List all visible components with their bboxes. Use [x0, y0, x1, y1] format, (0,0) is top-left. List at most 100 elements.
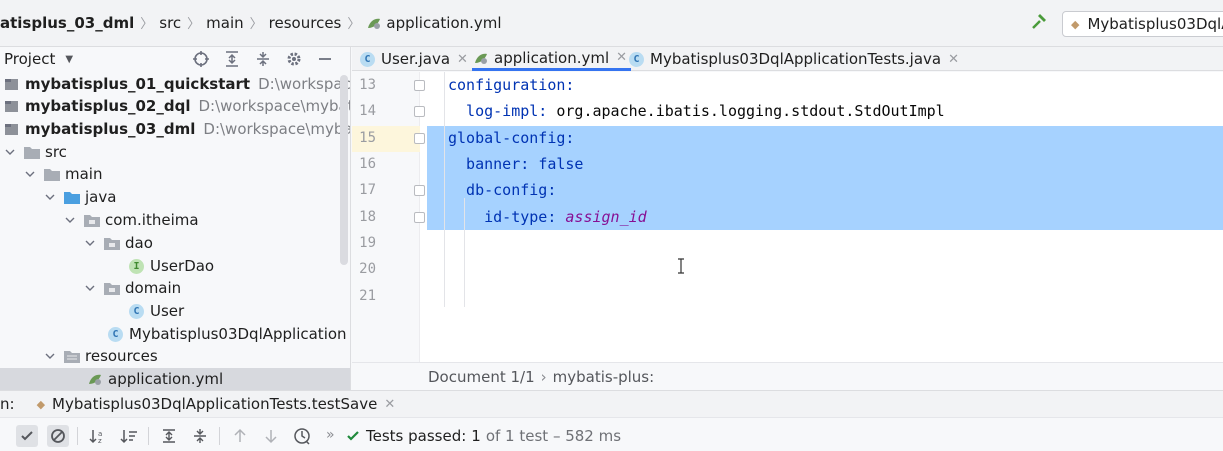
tree-item-label: resources — [85, 347, 158, 365]
hammer-icon[interactable] — [1030, 13, 1048, 31]
collapse-all-button[interactable] — [189, 425, 211, 447]
tree-item-java[interactable]: java — [44, 186, 116, 208]
module-icon — [5, 79, 18, 90]
tree-item-src[interactable]: src — [4, 141, 67, 163]
navigation-bar: atisplus_03_dml 〉 src 〉 main 〉 resources… — [0, 0, 1223, 47]
show-passed-button[interactable] — [16, 425, 38, 447]
code-line: configuration: — [448, 76, 574, 94]
run-configuration-selector[interactable]: ◆ Mybatisplus03DqlA — [1062, 11, 1223, 37]
line-number: 13 — [359, 77, 376, 93]
tree-item-label: dao — [125, 234, 153, 252]
close-icon[interactable]: ✕ — [948, 52, 959, 67]
tree-item-domain[interactable]: domain — [84, 277, 181, 299]
run-tab-label[interactable]: Mybatisplus03DqlApplicationTests.testSav… — [52, 395, 377, 413]
yaml-value: assign_id — [565, 208, 647, 226]
tab-tests-java[interactable]: C Mybatisplus03DqlApplicationTests.java … — [629, 47, 959, 71]
breadcrumb-node[interactable]: mybatis-plus: — [553, 368, 655, 386]
tree-item-label: domain — [125, 279, 182, 297]
tree-item-main[interactable]: main — [24, 163, 102, 185]
tree-item-label: User — [150, 302, 185, 320]
project-title[interactable]: Project — [4, 50, 55, 68]
tree-item-label: com.itheima — [105, 211, 199, 229]
chevron-down-icon[interactable] — [44, 191, 56, 203]
expand-all-icon — [163, 429, 175, 443]
chevron-down-icon[interactable] — [84, 237, 96, 249]
chevron-down-icon[interactable] — [44, 350, 56, 362]
breadcrumb-resources[interactable]: resources — [269, 14, 342, 32]
previous-failed-button[interactable] — [229, 425, 251, 447]
code-line: global-config: — [448, 129, 574, 147]
chevron-down-icon[interactable] — [24, 168, 36, 180]
fold-marker-icon[interactable] — [414, 212, 425, 223]
module-row[interactable]: mybatisplus_03_dml D:\workspace\mybatisp… — [4, 118, 350, 140]
chevron-right-icon: 〉 — [249, 17, 263, 32]
tree-item-resources[interactable]: resources — [44, 345, 158, 367]
locate-icon[interactable] — [192, 50, 210, 68]
ignored-icon — [51, 429, 65, 443]
breadcrumb-src[interactable]: src — [159, 14, 181, 32]
run-tool-window-header: n: ◆ Mybatisplus03DqlApplicationTests.te… — [0, 390, 1223, 417]
tab-application-yml[interactable]: application.yml ✕ — [472, 47, 632, 71]
scrollbar[interactable] — [340, 75, 348, 265]
close-icon[interactable]: ✕ — [616, 50, 627, 65]
breadcrumb: atisplus_03_dml 〉 src 〉 main 〉 resources… — [0, 13, 502, 33]
tree-item-user[interactable]: C User — [129, 300, 184, 322]
code-line: db-config: — [448, 181, 556, 199]
run-title: n: — [0, 395, 15, 413]
tree-item-label: src — [45, 143, 67, 161]
module-row[interactable]: mybatisplus_02_dql D:\workspace\mybatisp… — [4, 95, 350, 117]
tree-item-package[interactable]: com.itheima — [64, 209, 199, 231]
fold-marker-icon[interactable] — [414, 185, 425, 196]
tree-item-application-yml[interactable]: application.yml — [0, 368, 350, 390]
tree-item-userdao[interactable]: I UserDao — [129, 255, 214, 277]
toolbar-separator — [148, 427, 149, 445]
fold-marker-icon[interactable] — [414, 106, 425, 117]
module-path: D:\workspace\mybatisplu — [198, 97, 350, 115]
close-icon[interactable]: ✕ — [384, 397, 395, 412]
code-editor[interactable]: 13 14 15 16 17 18 19 20 21 configuration… — [352, 72, 1223, 362]
chevron-down-icon[interactable] — [64, 214, 76, 226]
module-row[interactable]: mybatisplus_01_quickstart D:\workspace\m… — [4, 73, 350, 95]
source-folder-icon — [64, 191, 80, 204]
gear-icon[interactable] — [285, 50, 303, 68]
test-status: Tests passed: 1 of 1 test – 582 ms — [346, 427, 621, 445]
spring-boot-class-icon: C — [108, 326, 123, 342]
breadcrumb-separator: › — [540, 367, 547, 386]
sort-duration-icon — [120, 430, 137, 444]
next-failed-button[interactable] — [260, 425, 282, 447]
tree-item-application[interactable]: C Mybatisplus03DqlApplication — [108, 323, 347, 345]
chevron-down-icon[interactable] — [84, 282, 96, 294]
toolbar-separator — [219, 427, 220, 445]
expand-all-icon[interactable] — [223, 50, 241, 68]
fold-marker-icon[interactable] — [414, 80, 425, 91]
tree-item-dao[interactable]: dao — [84, 232, 153, 254]
sort-by-duration-button[interactable] — [118, 425, 140, 447]
line-number: 17 — [359, 182, 376, 198]
line-number: 18 — [359, 209, 376, 225]
fold-marker-icon[interactable] — [414, 133, 425, 144]
structure-breadcrumb: Document 1/1 › mybatis-plus: — [352, 362, 1223, 390]
expand-all-button[interactable] — [158, 425, 180, 447]
tree-item-label: application.yml — [108, 370, 224, 388]
more-icon[interactable]: » — [326, 427, 335, 443]
tree-item-label: Mybatisplus03DqlApplication — [129, 325, 347, 343]
sort-alphabetically-button[interactable]: az — [87, 425, 109, 447]
close-icon[interactable]: ✕ — [457, 52, 468, 67]
chevron-down-icon[interactable] — [4, 146, 16, 158]
sort-alpha-icon: az — [89, 430, 102, 444]
minimize-icon[interactable] — [316, 50, 334, 68]
breadcrumb-main[interactable]: main — [206, 14, 243, 32]
chevron-down-icon[interactable]: ▼ — [65, 54, 73, 65]
tab-user-java[interactable]: C User.java ✕ — [360, 47, 468, 71]
breadcrumb-project[interactable]: atisplus_03_dml — [0, 14, 134, 32]
test-history-button[interactable] — [291, 425, 313, 447]
package-icon — [104, 282, 120, 295]
show-ignored-button[interactable] — [47, 425, 69, 447]
project-header: Project ▼ — [0, 47, 350, 71]
breadcrumb-file[interactable]: application.yml — [386, 14, 501, 32]
collapse-all-icon[interactable] — [254, 50, 272, 68]
module-icon — [5, 101, 18, 112]
yaml-file-icon — [89, 374, 101, 385]
breadcrumb-document[interactable]: Document 1/1 — [428, 368, 535, 386]
class-icon: C — [129, 303, 144, 319]
